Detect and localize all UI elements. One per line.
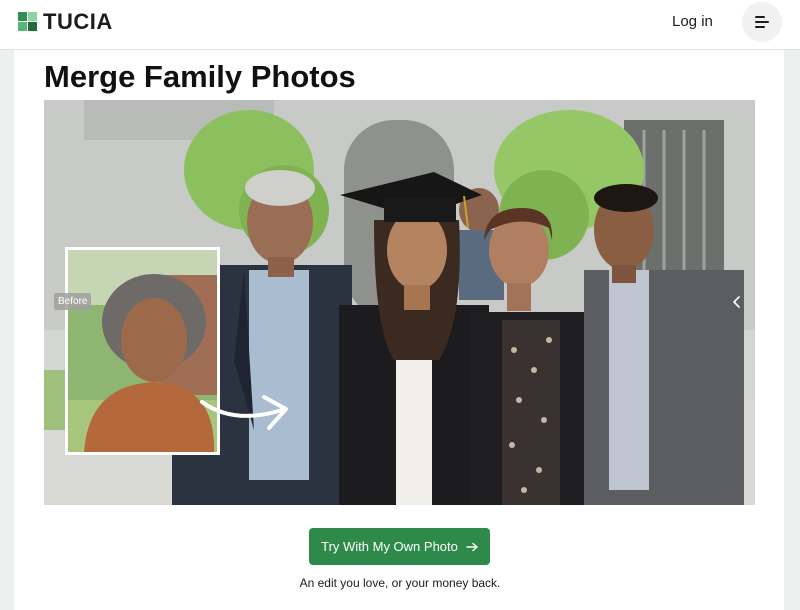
login-link[interactable]: Log in <box>672 13 713 31</box>
chevron-left-icon <box>733 296 740 308</box>
arrow-right-icon <box>466 542 478 551</box>
brand-logo[interactable]: TUCIA <box>18 11 113 33</box>
money-back-guarantee: An edit you love, or your money back. <box>299 576 501 590</box>
merged-family-photo <box>44 100 755 505</box>
brand-name: TUCIA <box>43 9 113 34</box>
cta-label: Try With My Own Photo <box>321 538 458 554</box>
logo-mark-icon <box>18 12 38 32</box>
menu-button[interactable] <box>742 2 782 42</box>
page-title: Merge Family Photos <box>44 59 356 94</box>
try-own-photo-button[interactable]: Try With My Own Photo <box>309 528 490 565</box>
carousel-prev-button[interactable] <box>731 294 743 310</box>
hamburger-menu-icon <box>755 16 769 28</box>
hero-image <box>44 100 755 505</box>
top-nav-bar: TUCIA Log in <box>0 0 800 50</box>
before-badge: Before <box>54 293 92 310</box>
